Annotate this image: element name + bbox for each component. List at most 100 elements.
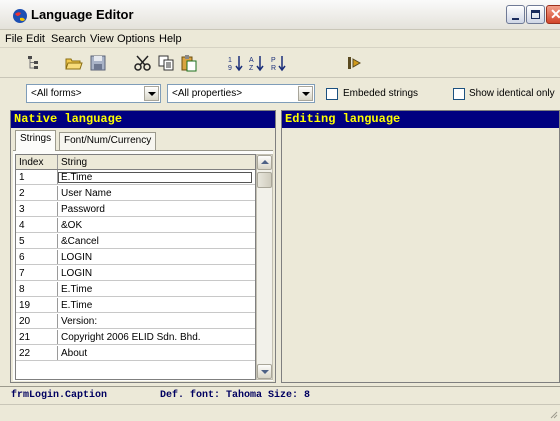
run-icon[interactable] <box>345 54 363 72</box>
scroll-thumb[interactable] <box>257 172 272 188</box>
column-divider <box>57 330 58 344</box>
table-row[interactable]: 20 Version: <box>16 314 255 329</box>
table-row[interactable]: 6 LOGIN <box>16 250 255 265</box>
svg-text:A: A <box>249 57 254 64</box>
row-index-cell: 5 <box>19 236 25 247</box>
menu-file[interactable]: File <box>5 33 23 45</box>
table-row[interactable]: 4 &OK <box>16 218 255 233</box>
tab-font-num-currency[interactable]: Font/Num/Currency <box>59 132 157 150</box>
properties-dropdown[interactable]: <All properties> <box>167 84 315 103</box>
menu-search[interactable]: Search <box>51 33 86 45</box>
show-identical-checkbox[interactable] <box>453 88 465 100</box>
save-disk-icon[interactable] <box>89 54 107 72</box>
close-icon: ✕ <box>550 6 560 22</box>
row-index-cell: 7 <box>19 268 25 279</box>
resize-grip-icon[interactable] <box>548 409 558 419</box>
column-divider <box>57 234 58 248</box>
menu-edit[interactable]: Edit <box>26 33 45 45</box>
column-divider <box>57 218 58 232</box>
table-row[interactable]: 19 E.Time <box>16 298 255 313</box>
row-string-cell[interactable]: E.Time <box>58 172 252 183</box>
row-index-cell: 3 <box>19 204 25 215</box>
copy-icon[interactable] <box>157 54 175 72</box>
row-index-cell: 4 <box>19 220 25 231</box>
row-string-cell[interactable]: E.Time <box>61 300 255 311</box>
show-identical-label: Show identical only <box>469 88 555 99</box>
row-string-cell[interactable]: &Cancel <box>61 236 255 247</box>
open-folder-icon[interactable] <box>65 54 83 72</box>
row-index-cell: 19 <box>19 300 31 311</box>
row-string-cell[interactable]: &OK <box>61 220 255 231</box>
minimize-icon <box>512 18 519 20</box>
table-row[interactable]: 5 &Cancel <box>16 234 255 249</box>
sort-numeric-icon[interactable]: 1 9 <box>227 54 245 72</box>
scroll-up-icon[interactable] <box>257 155 272 170</box>
window-title: Language Editor <box>31 7 134 22</box>
row-string-cell[interactable]: Copyright 2006 ELID Sdn. Bhd. <box>61 332 255 343</box>
filter-bar: <All forms> <All properties> Embeded str… <box>0 78 560 108</box>
strings-grid: Index String 1 E.Time 2 User Name 3 Password 4… <box>15 154 256 380</box>
cut-icon[interactable] <box>134 54 152 72</box>
maximize-icon <box>531 10 540 19</box>
forms-dropdown[interactable]: <All forms> <box>26 84 161 103</box>
editing-language-panel[interactable]: Editing language <box>281 110 560 383</box>
sort-custom-icon[interactable]: P R <box>270 54 288 72</box>
row-index-cell: 6 <box>19 252 25 263</box>
column-header-index[interactable]: Index <box>19 157 53 168</box>
grid-header: Index String <box>16 155 255 170</box>
svg-text:R: R <box>271 65 276 72</box>
column-header-string[interactable]: String <box>61 157 255 168</box>
table-row[interactable]: 21 Copyright 2006 ELID Sdn. Bhd. <box>16 330 255 345</box>
sort-alpha-icon[interactable]: A Z <box>248 54 266 72</box>
svg-text:Z: Z <box>249 65 254 72</box>
scroll-down-icon[interactable] <box>257 364 272 379</box>
table-row[interactable]: 2 User Name <box>16 186 255 201</box>
row-string-cell[interactable]: LOGIN <box>61 252 255 263</box>
chevron-down-icon[interactable] <box>144 86 159 101</box>
column-divider <box>57 298 58 312</box>
row-string-cell[interactable]: Password <box>61 204 255 215</box>
column-divider[interactable] <box>57 155 58 169</box>
row-string-cell[interactable]: About <box>61 348 255 359</box>
tab-strings[interactable]: Strings <box>15 130 57 151</box>
properties-dropdown-value: <All properties> <box>172 88 243 99</box>
embedded-strings-checkbox[interactable] <box>326 88 338 100</box>
embedded-strings-label: Embeded strings <box>343 88 419 99</box>
title-bar[interactable]: Language Editor ✕ <box>0 0 560 30</box>
menu-bar: File Edit Search View Options Help <box>0 30 560 48</box>
native-language-header: Native language <box>11 111 275 128</box>
column-divider <box>57 314 58 328</box>
close-button[interactable]: ✕ <box>546 5 560 24</box>
row-string-cell[interactable]: Version: <box>61 316 255 327</box>
tree-icon[interactable] <box>25 54 43 72</box>
editing-language-header: Editing language <box>282 111 559 128</box>
paste-icon[interactable] <box>180 54 198 72</box>
column-divider <box>57 266 58 280</box>
svg-text:1: 1 <box>228 57 232 64</box>
row-string-cell[interactable]: User Name <box>61 188 255 199</box>
menu-view[interactable]: View <box>90 33 114 45</box>
menu-options[interactable]: Options <box>117 33 155 45</box>
toolbar: 1 9 A Z P R <box>0 48 560 78</box>
default-font-label: Def. font: Tahoma Size: 8 <box>160 390 311 401</box>
menu-help[interactable]: Help <box>159 33 182 45</box>
column-divider <box>57 282 58 296</box>
table-row[interactable]: 22 About <box>16 346 255 361</box>
row-string-cell[interactable]: E.Time <box>61 284 255 295</box>
maximize-button[interactable] <box>526 5 545 24</box>
row-index-cell: 21 <box>19 332 31 343</box>
table-row[interactable]: 7 LOGIN <box>16 266 255 281</box>
row-index-cell: 22 <box>19 348 31 359</box>
table-row[interactable]: 8 E.Time <box>16 282 255 297</box>
grid-vertical-scrollbar[interactable] <box>256 154 273 380</box>
property-status-line: frmLogin.Caption Def. font: Tahoma Size:… <box>0 386 560 403</box>
chevron-down-icon[interactable] <box>298 86 313 101</box>
minimize-button[interactable] <box>506 5 525 24</box>
column-divider <box>57 202 58 216</box>
table-row[interactable]: 1 E.Time <box>16 170 255 185</box>
table-row[interactable]: 3 Password <box>16 202 255 217</box>
row-string-cell[interactable]: LOGIN <box>61 268 255 279</box>
row-index-cell: 20 <box>19 316 31 327</box>
forms-dropdown-value: <All forms> <box>31 88 82 99</box>
column-divider <box>57 186 58 200</box>
